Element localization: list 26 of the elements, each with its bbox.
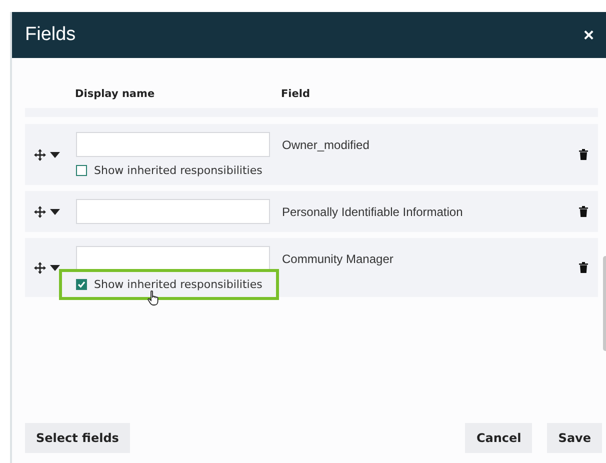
column-header: Field bbox=[281, 88, 312, 100]
inherited-checkbox[interactable]: Show inherited responsibilities bbox=[76, 164, 282, 177]
select-fields-button[interactable]: Select fields bbox=[25, 423, 130, 453]
column-header: Display name bbox=[75, 88, 156, 100]
pointer-icon bbox=[147, 290, 161, 306]
display-name-field[interactable] bbox=[76, 246, 270, 271]
field-name: Community Manager bbox=[282, 251, 394, 266]
caret-icon[interactable] bbox=[50, 264, 60, 270]
display-name-field[interactable] bbox=[76, 132, 270, 157]
cancel-button[interactable]: Cancel bbox=[465, 423, 532, 453]
trash-icon[interactable] bbox=[578, 262, 588, 273]
inherited-checkbox[interactable]: Show inherited responsibilities bbox=[62, 272, 276, 297]
move-icon[interactable] bbox=[34, 262, 46, 274]
move-icon[interactable] bbox=[34, 206, 46, 218]
field-name: Owner_modified bbox=[282, 137, 370, 152]
display-name-field[interactable] bbox=[76, 199, 270, 224]
move-icon[interactable] bbox=[34, 148, 46, 160]
dialog-title: Fields bbox=[25, 24, 76, 46]
save-button[interactable]: Save bbox=[547, 423, 602, 453]
trash-icon[interactable] bbox=[578, 206, 588, 217]
field-name: Personally Identifiable Information bbox=[282, 204, 464, 219]
close-button[interactable]: × bbox=[579, 24, 598, 46]
caret-icon[interactable] bbox=[50, 208, 60, 214]
trash-icon[interactable] bbox=[578, 149, 588, 160]
caret-icon[interactable] bbox=[50, 152, 60, 158]
check-icon bbox=[77, 280, 86, 289]
